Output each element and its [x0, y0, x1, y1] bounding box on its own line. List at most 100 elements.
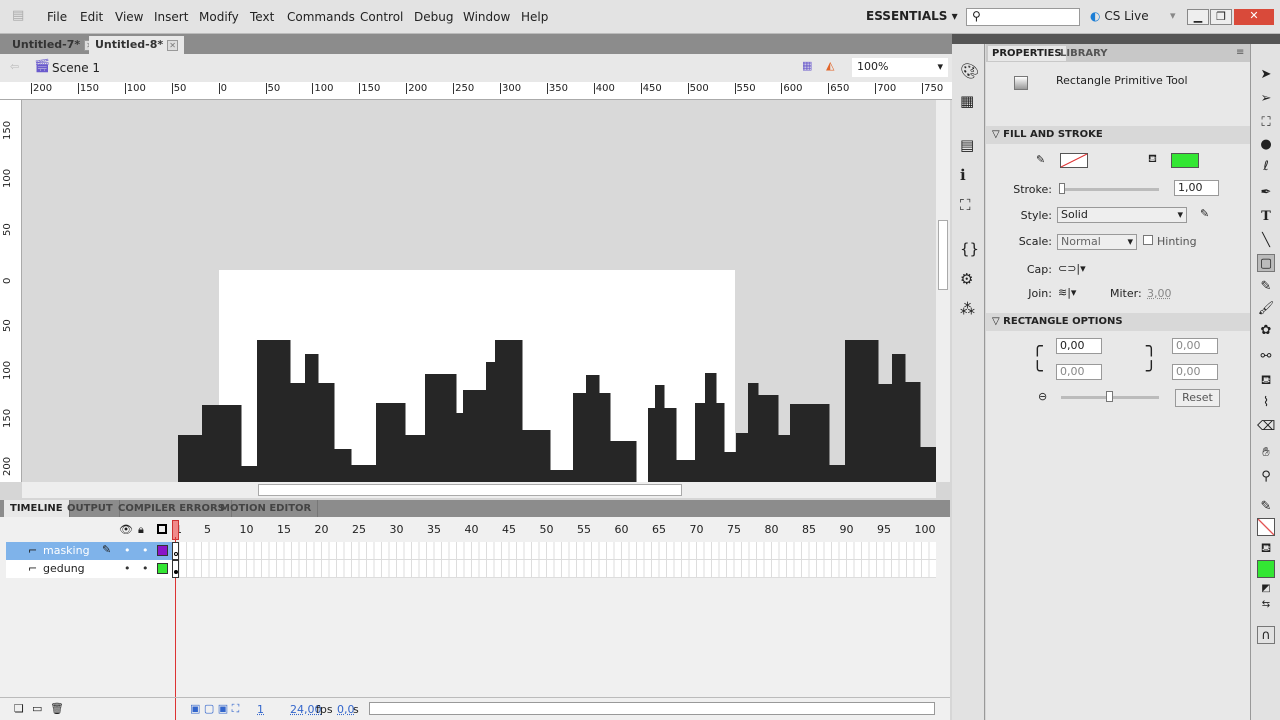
menu-help[interactable]: Help	[521, 10, 548, 24]
stroke-width-input[interactable]: 1,00	[1174, 180, 1219, 196]
tab-output[interactable]: OUTPUT	[61, 500, 120, 517]
menu-text[interactable]: Text	[250, 10, 274, 24]
vertical-scrollbar[interactable]	[936, 100, 950, 482]
edit-symbols-icon[interactable]: ◭	[826, 59, 834, 72]
fill-stroke-section[interactable]: ▽ FILL AND STROKE	[986, 126, 1250, 144]
menu-view[interactable]: View	[115, 10, 143, 24]
frame-cells[interactable]	[172, 560, 936, 578]
scale-select[interactable]: Normal ▾	[1057, 234, 1137, 250]
lock-toggle[interactable]: •	[142, 562, 149, 575]
zoom-tool-icon[interactable]: ⚲	[1257, 468, 1275, 486]
layer-row-masking[interactable]: ⌐ masking ✎ • •	[6, 542, 936, 560]
color-panel-icon[interactable]: 🎨︎	[960, 62, 979, 80]
corner-radius-top-left[interactable]: 0,00	[1056, 338, 1102, 354]
components-icon[interactable]: ⚙	[960, 270, 973, 288]
tab-properties[interactable]: PROPERTIES	[988, 46, 1066, 61]
menu-debug[interactable]: Debug	[414, 10, 453, 24]
new-folder-icon[interactable]: ▭	[32, 702, 42, 715]
menu-window[interactable]: Window	[463, 10, 510, 24]
code-snippets-icon[interactable]: {}	[960, 240, 979, 258]
close-button[interactable]: ✕	[1234, 9, 1274, 25]
corner-radius-top-right[interactable]: 0,00	[1172, 338, 1218, 354]
show-hide-all-icon[interactable]: 👁︎	[119, 523, 133, 536]
3d-rotation-tool-icon[interactable]: ●	[1257, 136, 1275, 154]
doc-tab-untitled-7[interactable]: Untitled-7*✕	[6, 36, 101, 54]
join-select[interactable]: ≋|▾	[1058, 286, 1076, 299]
panel-menu-icon[interactable]: ≡	[1236, 47, 1244, 58]
doc-tab-untitled-8[interactable]: Untitled-8* ✕	[89, 36, 185, 54]
cs-live-button[interactable]: ◐ CS Live	[1090, 9, 1149, 23]
rectangle-options-section[interactable]: ▽ RECTANGLE OPTIONS	[986, 313, 1250, 331]
stage-pasteboard[interactable]	[22, 100, 936, 482]
eraser-tool-icon[interactable]: ⌫	[1257, 418, 1275, 436]
frame-cells[interactable]	[172, 542, 936, 560]
scroll-thumb[interactable]	[258, 484, 682, 496]
stroke-color-tool-icon[interactable]: ✎	[1257, 498, 1275, 516]
panel-dock-header[interactable]	[952, 34, 1280, 44]
lasso-tool-icon[interactable]: ℓ	[1257, 158, 1275, 176]
bone-tool-icon[interactable]: ⚯	[1257, 348, 1275, 366]
swap-colors-icon[interactable]: ⇆	[1257, 596, 1275, 614]
outline-all-icon[interactable]	[157, 524, 167, 534]
scroll-thumb[interactable]	[938, 220, 948, 290]
layer-name[interactable]: masking	[43, 544, 90, 557]
restore-button[interactable]: ❐	[1210, 9, 1232, 25]
workspace-switcher[interactable]: ESSENTIALS ▾	[866, 9, 958, 23]
new-layer-icon[interactable]: ❏	[14, 702, 24, 715]
onion-skin-icons[interactable]: ▣ ▢ ▣ ⛶	[190, 702, 239, 716]
corner-radius-bottom-right[interactable]: 0,00	[1172, 364, 1218, 380]
stroke-color-swatch[interactable]	[1060, 153, 1088, 168]
tab-timeline[interactable]: TIMELINE	[4, 500, 70, 517]
visibility-toggle[interactable]: •	[124, 544, 131, 557]
paint-bucket-tool-icon[interactable]: ⛾	[1257, 372, 1275, 390]
info-icon[interactable]: ℹ	[960, 166, 966, 184]
stroke-color-chip[interactable]	[1257, 518, 1275, 536]
close-tab-icon[interactable]: ✕	[167, 40, 179, 51]
stroke-slider[interactable]	[1059, 183, 1159, 194]
tab-motion-editor[interactable]: MOTION EDITOR	[214, 500, 319, 517]
hinting-checkbox[interactable]	[1143, 235, 1153, 245]
menu-edit[interactable]: Edit	[80, 10, 103, 24]
back-arrow-icon[interactable]: ⇦	[10, 60, 19, 73]
outline-color[interactable]	[157, 545, 168, 556]
outline-color[interactable]	[157, 563, 168, 574]
frame-ruler[interactable]: 1510152025303540455055606570758085909510…	[172, 517, 936, 541]
lock-toggle[interactable]: •	[142, 544, 149, 557]
subselection-tool-icon[interactable]: ➢	[1257, 90, 1275, 108]
layer-row-gedung[interactable]: ⌐ gedung • •	[6, 560, 936, 578]
eyedropper-tool-icon[interactable]: ⌇	[1257, 394, 1275, 412]
cap-select[interactable]: ⊂⊃|▾	[1058, 262, 1086, 275]
lock-corners-icon[interactable]: ⊖	[1038, 390, 1047, 403]
line-tool-icon[interactable]: ╲	[1257, 232, 1275, 250]
pen-tool-icon[interactable]: ✒	[1257, 184, 1275, 202]
stage-canvas[interactable]	[22, 100, 936, 482]
cs-live-dropdown[interactable]: ▾	[1170, 9, 1176, 22]
stroke-style-select[interactable]: Solid ▾	[1057, 207, 1187, 223]
fill-color-tool-icon[interactable]: ⛾	[1257, 540, 1275, 558]
horizontal-scrollbar[interactable]	[22, 482, 936, 498]
rectangle-primitive-tool-icon[interactable]: ▢	[1257, 254, 1275, 272]
minimize-button[interactable]: ▁	[1187, 9, 1209, 25]
pencil-tool-icon[interactable]: ✎	[1257, 278, 1275, 296]
tab-library[interactable]: LIBRARY	[1056, 46, 1112, 61]
keyframe[interactable]	[172, 542, 179, 560]
fill-color-swatch[interactable]	[1171, 153, 1199, 168]
delete-layer-icon[interactable]: 🗑︎	[50, 702, 64, 715]
fill-color-chip[interactable]	[1257, 560, 1275, 578]
reset-button[interactable]: Reset	[1175, 389, 1220, 407]
transform-icon[interactable]: ⛶	[960, 196, 971, 214]
snap-to-objects-icon[interactable]: ∩	[1257, 626, 1275, 644]
edit-stroke-style-icon[interactable]: ✎	[1200, 207, 1209, 220]
text-tool-icon[interactable]: T	[1257, 208, 1275, 226]
selection-tool-icon[interactable]: ➤	[1257, 66, 1275, 84]
help-search-input[interactable]	[966, 8, 1080, 26]
hand-tool-icon[interactable]: ✋︎	[1257, 444, 1275, 462]
current-frame[interactable]: 1	[257, 703, 264, 716]
elapsed-time[interactable]: 0,0	[337, 703, 355, 716]
layer-name[interactable]: gedung	[43, 562, 85, 575]
menu-file[interactable]: File	[47, 10, 67, 24]
menu-insert[interactable]: Insert	[154, 10, 188, 24]
visibility-toggle[interactable]: •	[124, 562, 131, 575]
brush-tool-icon[interactable]: 🖌︎	[1257, 300, 1275, 318]
keyframe[interactable]	[172, 560, 179, 578]
